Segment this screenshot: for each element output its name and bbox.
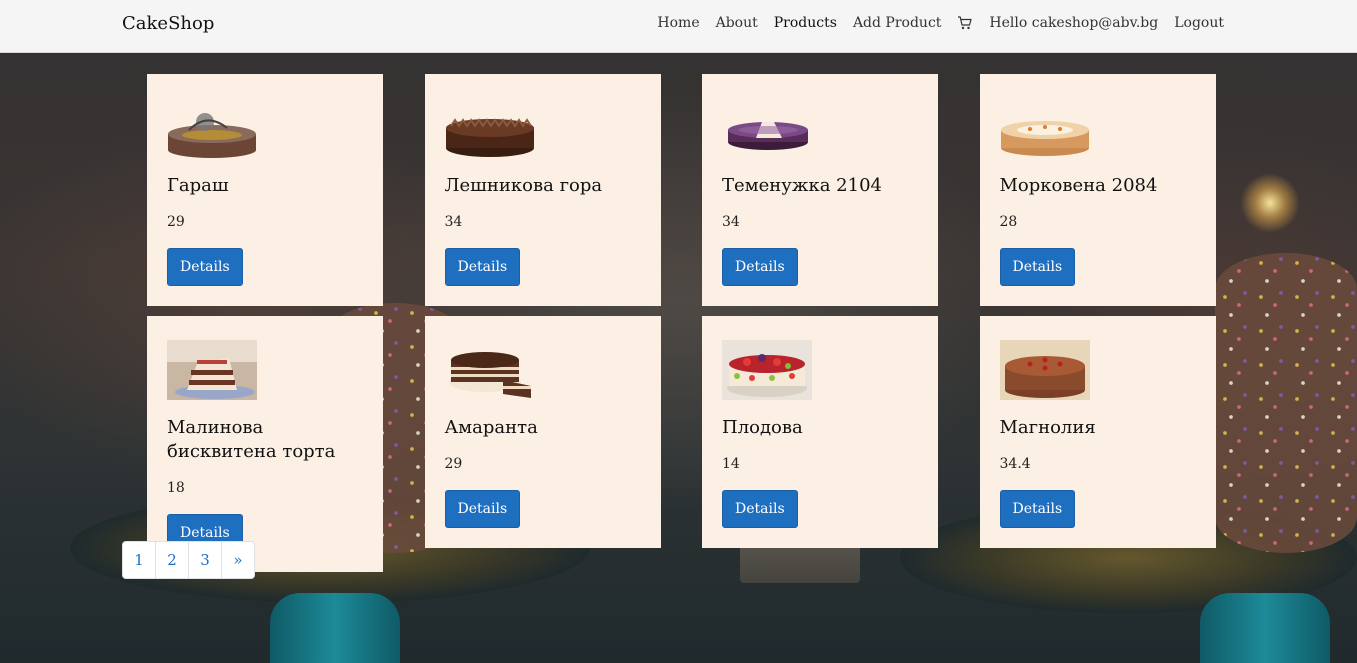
pagination: 1 2 3 » <box>122 541 255 579</box>
product-price: 28 <box>999 214 1018 230</box>
cake-image <box>448 352 531 398</box>
product-name: Плодова <box>722 417 803 438</box>
page-link-1[interactable]: 1 <box>123 542 155 578</box>
cake-image <box>728 122 808 150</box>
brand-link[interactable]: CakeShop <box>122 13 214 34</box>
product-card: Лешникова гора 34 Details <box>424 74 661 306</box>
product-name: Гараш <box>167 175 229 196</box>
product-card: Гараш 29 Details <box>147 74 383 306</box>
product-card: Амаранта 29 Details <box>424 316 661 548</box>
cake-image <box>1000 121 1089 156</box>
product-card: Малинова бисквитена торта 18 Details <box>147 316 383 572</box>
cake-stand <box>270 593 400 663</box>
page-link-2[interactable]: 2 <box>155 542 188 578</box>
nav-add-product-link[interactable]: Add Product <box>853 15 941 31</box>
details-button[interactable]: Details <box>167 248 243 286</box>
product-name: Магнолия <box>999 417 1096 438</box>
cake-stand <box>1200 593 1330 663</box>
nav-about-link[interactable]: About <box>716 15 758 31</box>
details-button[interactable]: Details <box>999 248 1076 286</box>
product-name: Лешникова гора <box>444 175 603 196</box>
sparkler-light <box>1240 173 1300 233</box>
product-price: 14 <box>722 456 740 472</box>
product-card: Морковена 2084 28 Details <box>979 74 1216 306</box>
nav-products-link[interactable]: Products <box>774 15 837 31</box>
product-price: 34.4 <box>999 456 1031 472</box>
cake-image <box>722 340 812 400</box>
nav-home-link[interactable]: Home <box>657 15 699 31</box>
nav-links: Home About Products Add Product Hello ca… <box>641 15 1224 31</box>
logout-link[interactable]: Logout <box>1174 15 1224 31</box>
cake-image <box>445 118 534 157</box>
navbar: CakeShop Home About Products Add Product… <box>0 0 1357 53</box>
product-name: Морковена 2084 <box>999 175 1158 196</box>
cart-icon[interactable] <box>957 15 973 31</box>
product-grid: Гараш 29 Details Лешникова гора 34 Detai… <box>147 74 1216 572</box>
product-card: Теменужка 2104 34 Details <box>702 74 938 306</box>
cake-image <box>999 340 1090 400</box>
details-button[interactable]: Details <box>444 248 521 286</box>
product-name: Амаранта <box>444 417 538 438</box>
product-card: Плодова 14 Details <box>702 316 938 548</box>
product-card: Магнолия 34.4 Details <box>979 316 1216 548</box>
details-button[interactable]: Details <box>999 490 1076 528</box>
product-price: 29 <box>444 456 463 472</box>
page-next-link[interactable]: » <box>221 542 254 578</box>
product-name: Малинова бисквитена торта <box>167 417 336 462</box>
details-button[interactable]: Details <box>444 490 521 528</box>
product-price: 34 <box>444 214 463 230</box>
product-price: 18 <box>167 480 185 496</box>
page-link-3[interactable]: 3 <box>188 542 221 578</box>
product-price: 34 <box>722 214 740 230</box>
product-name: Теменужка 2104 <box>722 175 882 196</box>
user-greeting: Hello cakeshop@abv.bg <box>989 15 1159 31</box>
details-button[interactable]: Details <box>722 490 798 528</box>
background-cake <box>1215 253 1357 553</box>
product-price: 29 <box>167 214 185 230</box>
details-button[interactable]: Details <box>722 248 798 286</box>
cake-image <box>168 113 256 158</box>
cake-image <box>167 340 257 400</box>
